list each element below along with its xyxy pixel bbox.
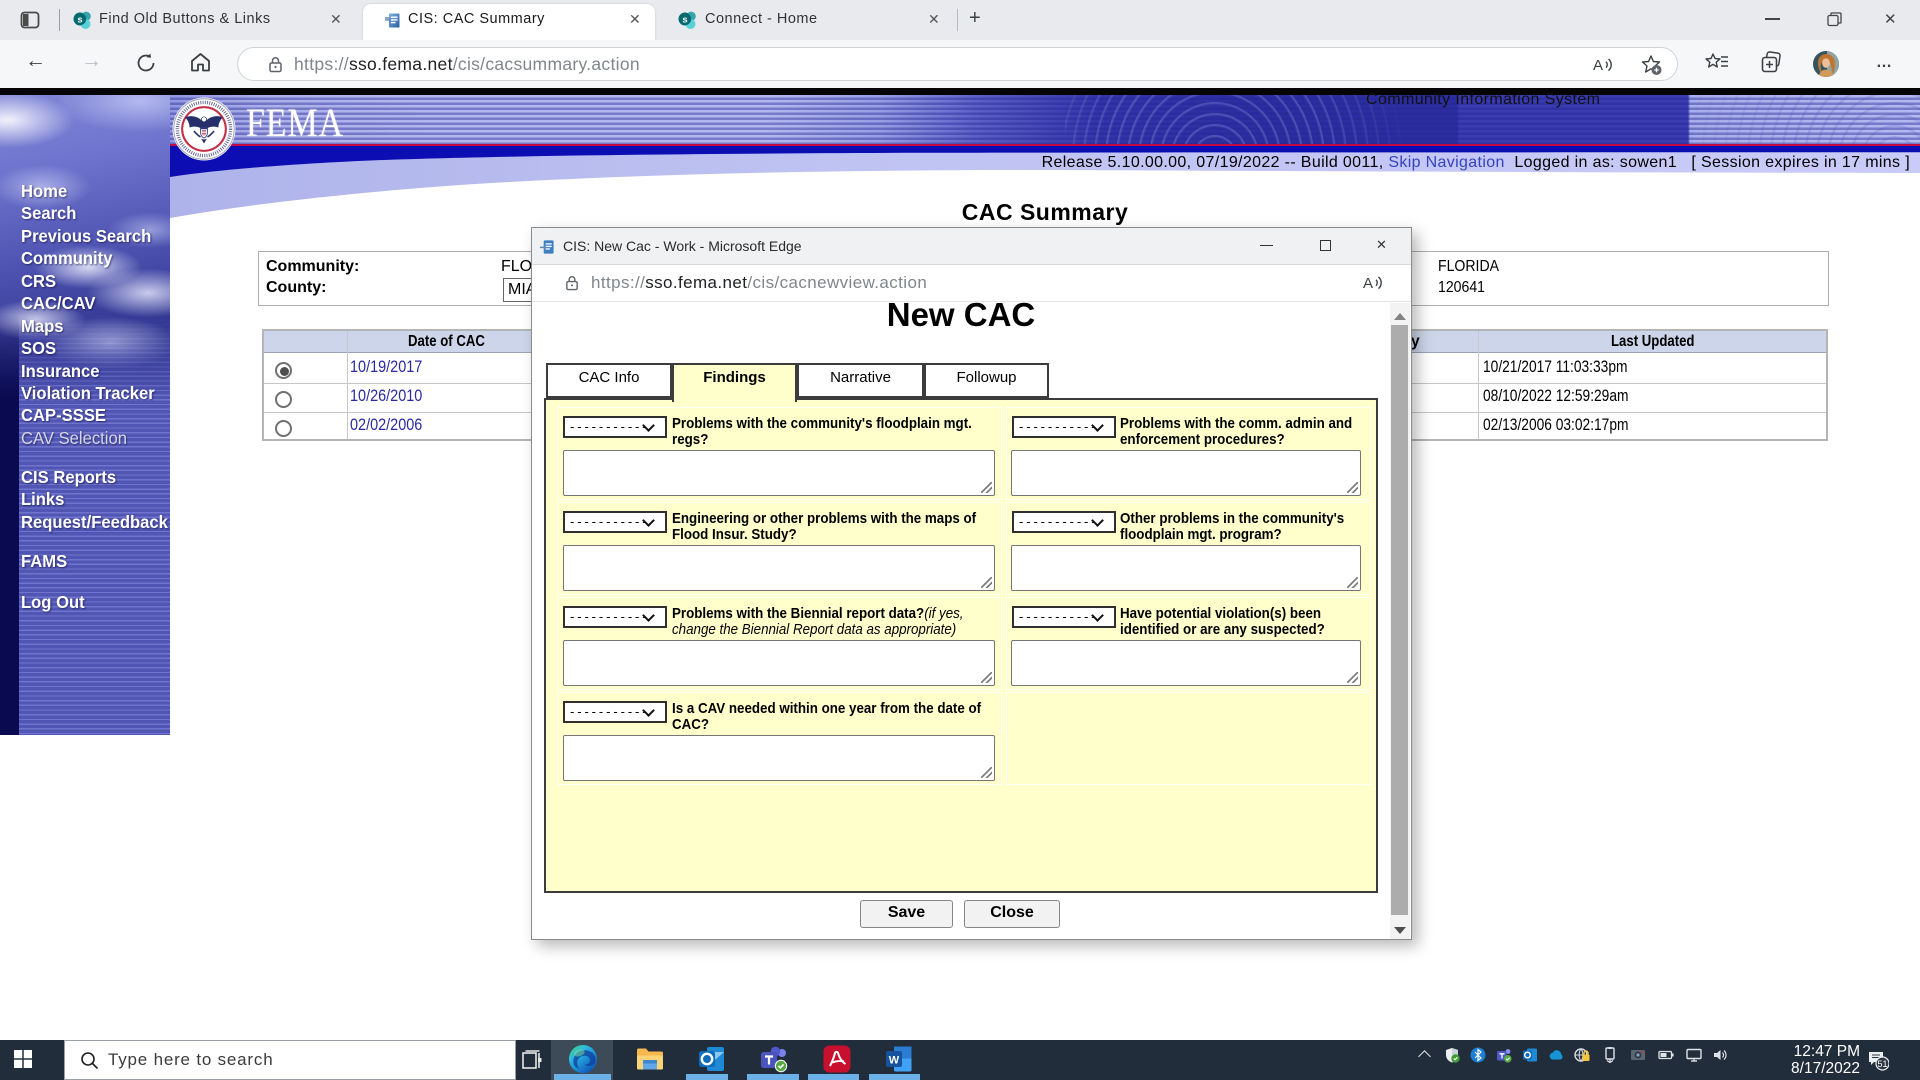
svg-text:A: A xyxy=(1593,57,1603,74)
svg-text:A: A xyxy=(1363,275,1373,292)
svg-text:s: s xyxy=(682,15,687,26)
svg-text:51: 51 xyxy=(1877,1059,1887,1069)
svg-text:W: W xyxy=(889,1055,900,1067)
svg-text:s: s xyxy=(77,15,82,26)
